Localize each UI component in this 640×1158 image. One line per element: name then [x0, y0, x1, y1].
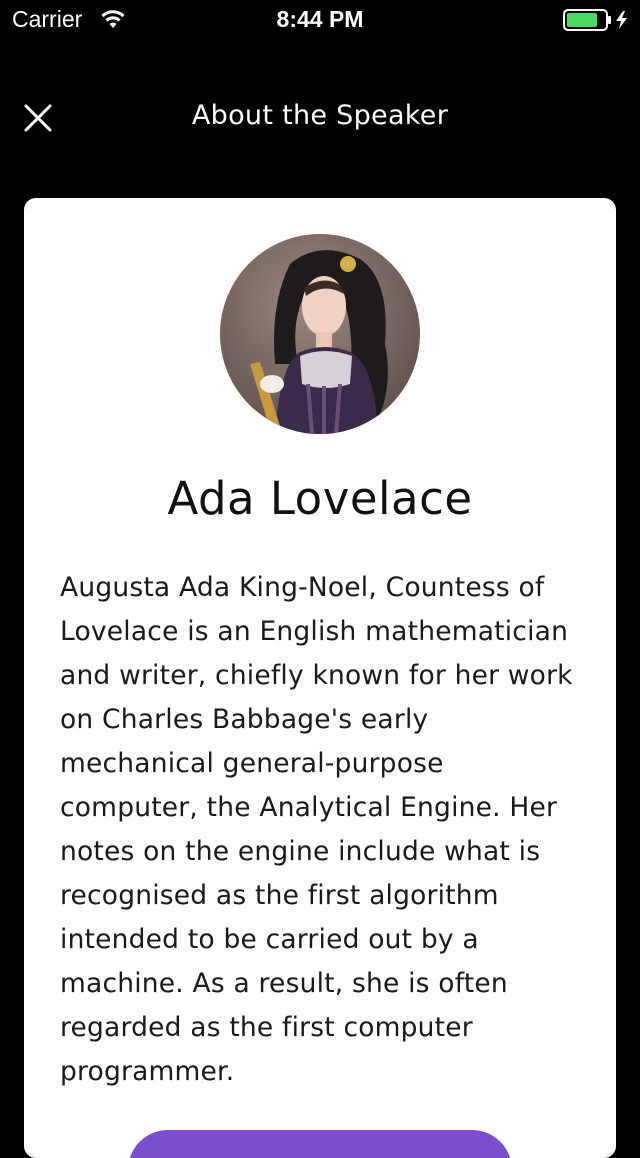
- speaker-name: Ada Lovelace: [167, 472, 473, 525]
- speaker-bio: Augusta Ada King-Noel, Countess of Lovel…: [60, 572, 573, 1087]
- status-bar: Carrier 8:44 PM: [0, 0, 640, 40]
- speaker-card: Ada Lovelace Augusta Ada King-Noel, Coun…: [24, 198, 616, 1158]
- speaker-portrait-image: [220, 234, 420, 434]
- clock: 8:44 PM: [276, 6, 364, 32]
- page-title: About the Speaker: [191, 100, 449, 131]
- navigation-bar: About the Speaker: [0, 80, 640, 152]
- action-button[interactable]: [128, 1130, 512, 1158]
- battery-icon: [563, 9, 627, 31]
- speaker-avatar: [220, 234, 420, 434]
